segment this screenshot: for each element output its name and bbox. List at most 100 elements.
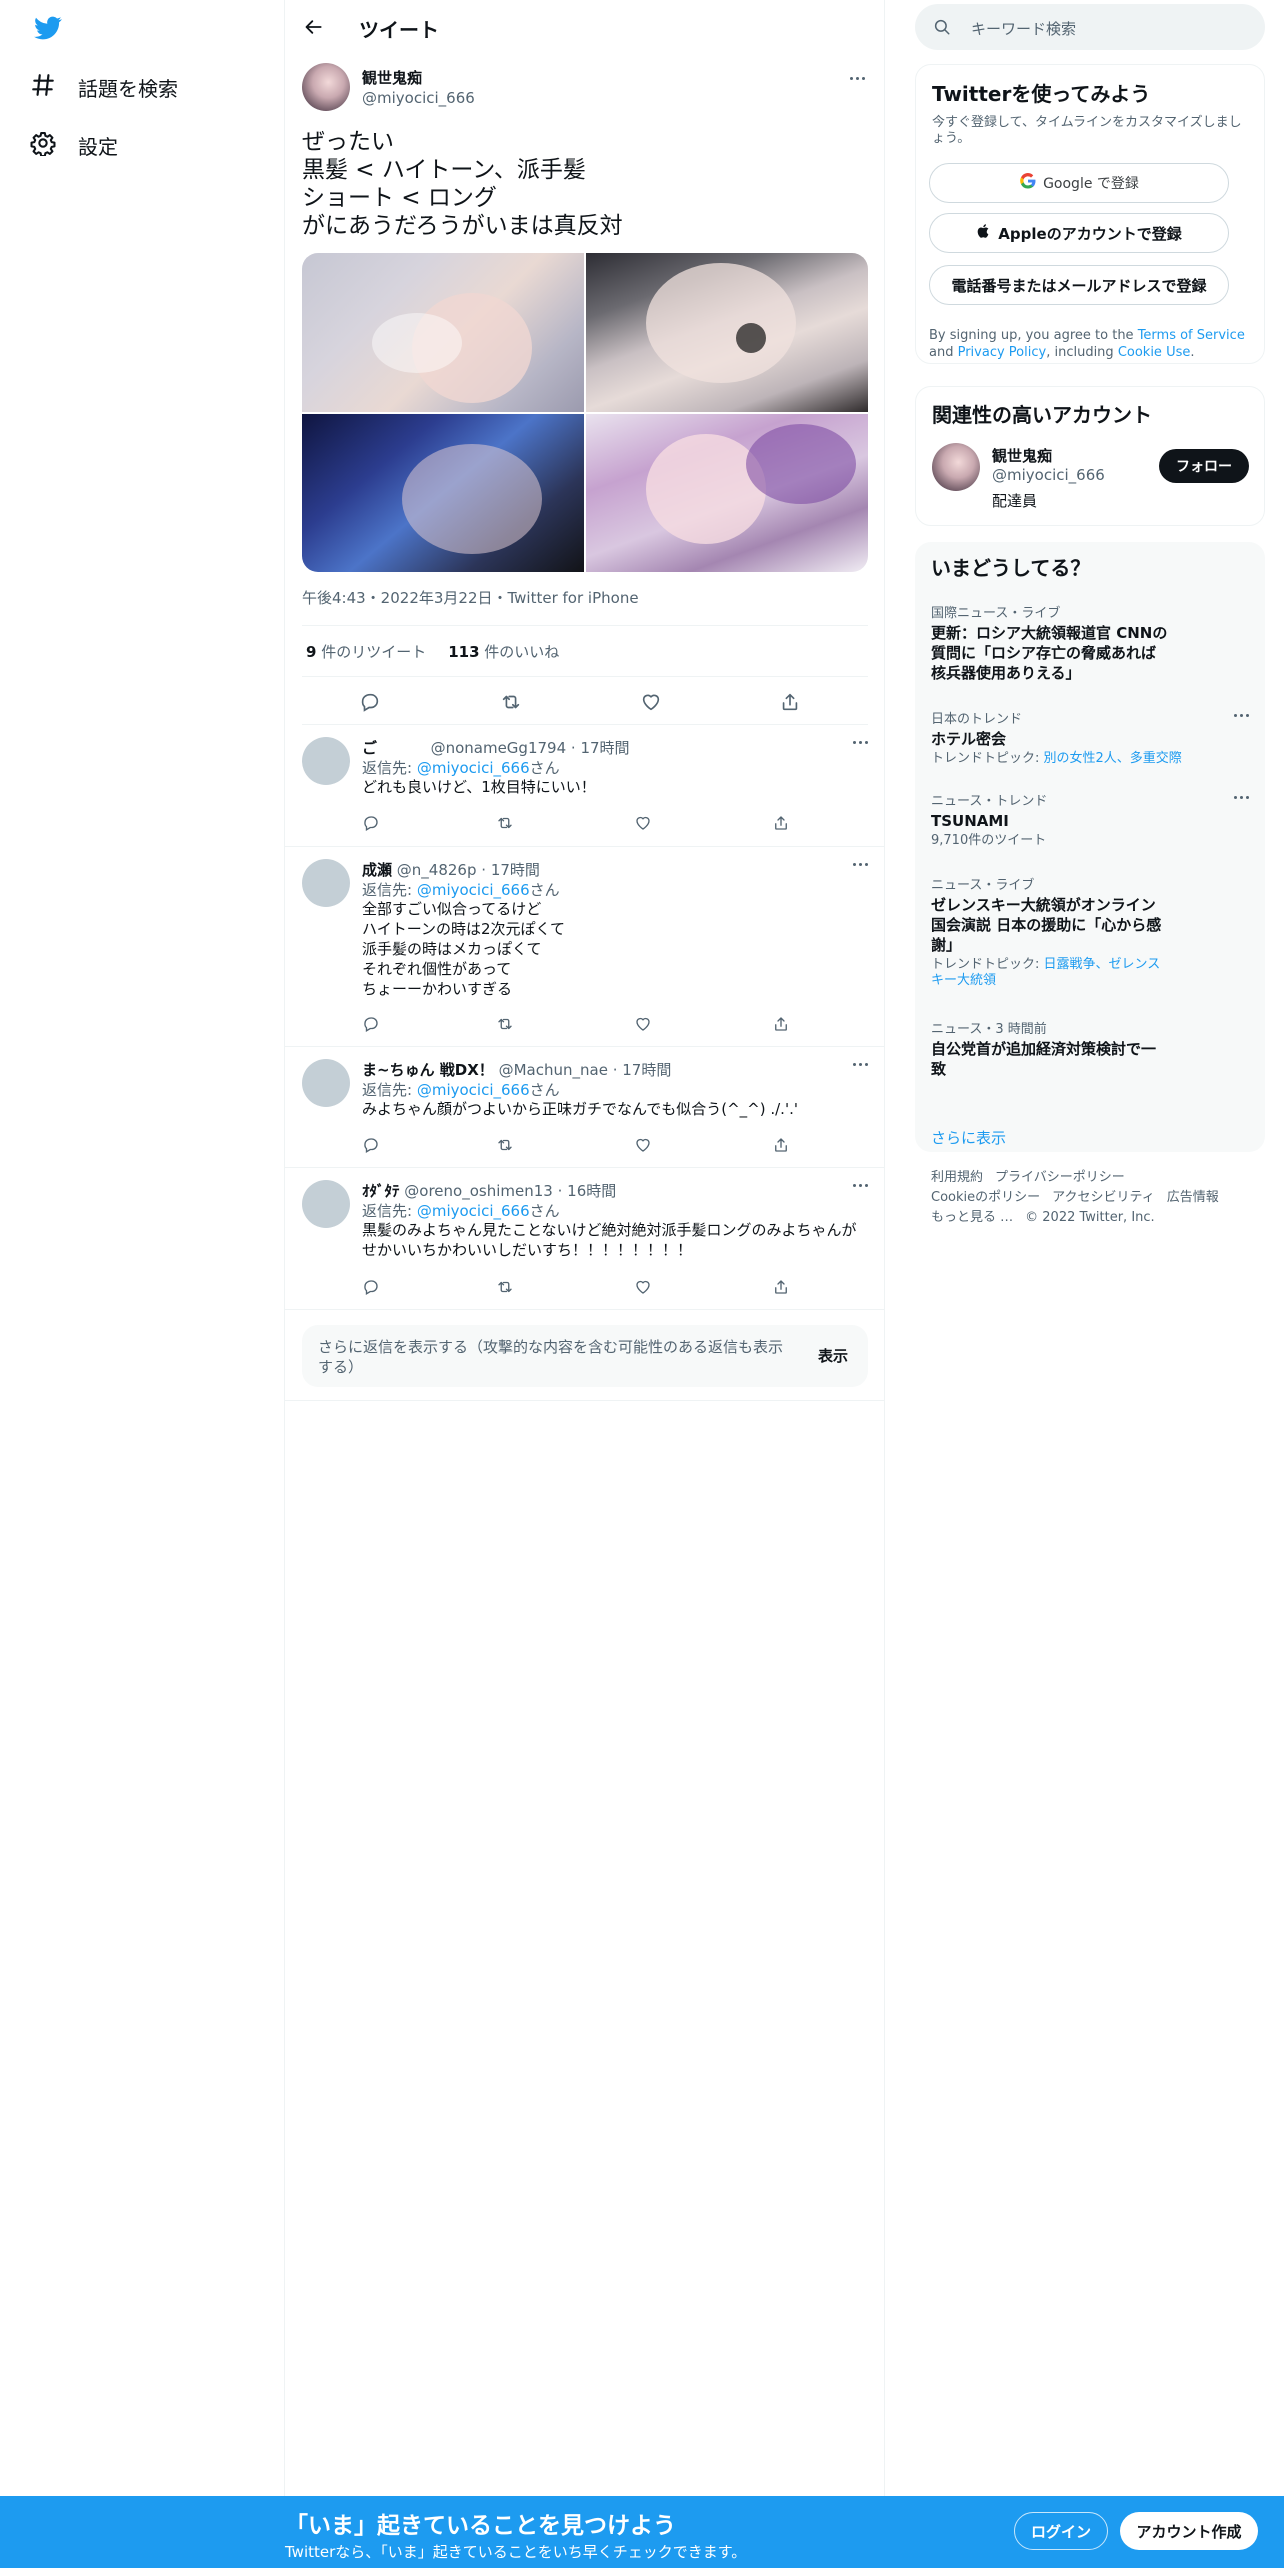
reply-author-handle[interactable]: @nonameGg1794 — [431, 739, 567, 757]
reply-text-line: 全部すごい似合ってるけど — [362, 900, 542, 918]
trend-category: ニュース・トレンド — [931, 794, 1048, 809]
reply-avatar[interactable] — [302, 1059, 350, 1107]
cookie-use-link[interactable]: Cookie Use — [1118, 345, 1191, 360]
reply-icon[interactable] — [357, 689, 383, 715]
show-more-button[interactable]: 表示 — [818, 1345, 848, 1366]
reply-avatar[interactable] — [302, 859, 350, 907]
reply-icon[interactable] — [362, 814, 382, 834]
footer-link[interactable]: 利用規約 — [931, 1170, 983, 1185]
reply-author-handle[interactable]: @oreno_oshimen13 — [404, 1182, 553, 1200]
show-more-replies[interactable]: さらに返信を表示する（攻撃的な内容を含む可能性のある返信も表示する） 表示 — [302, 1325, 868, 1387]
reply-to-mention[interactable]: @miyocici_666 — [417, 881, 530, 899]
reply-item[interactable]: ｵﾀﾞﾀﾃ @oreno_oshimen13 · 16時間 返信先: @miyo… — [285, 1168, 885, 1310]
retweet-icon[interactable] — [496, 1278, 516, 1298]
nav-settings[interactable]: 設定 — [30, 125, 118, 165]
create-account-button[interactable]: アカウント作成 — [1120, 2512, 1258, 2550]
share-icon[interactable] — [772, 1136, 792, 1156]
search-input[interactable]: キーワード検索 — [915, 4, 1265, 50]
reply-avatar[interactable] — [302, 1180, 350, 1228]
more-options-icon[interactable] — [853, 863, 868, 866]
more-options-icon[interactable] — [1234, 796, 1249, 799]
trend-item[interactable]: 国際ニュース・ライブ 更新：ロシア大統領報道官 CNNの 質問に「ロシア存亡の脅… — [931, 602, 1249, 683]
more-options-icon[interactable] — [846, 69, 868, 87]
reply-time[interactable]: 17時間 — [491, 861, 540, 879]
footer-link[interactable]: Cookieのポリシー — [931, 1190, 1040, 1205]
reply-item[interactable]: 成瀬 @n_4826p · 17時間 返信先: @miyocici_666さん … — [285, 847, 885, 1047]
reply-author-name[interactable]: ご — [362, 739, 377, 757]
reply-author-name[interactable]: 成瀬 — [362, 861, 392, 879]
footer-link[interactable]: 広告情報 — [1167, 1190, 1219, 1205]
login-button[interactable]: ログイン — [1014, 2512, 1108, 2550]
related-account-handle[interactable]: @miyocici_666 — [992, 466, 1105, 484]
reply-to: 返信先: @miyocici_666さん — [362, 1079, 560, 1100]
retweet-icon[interactable] — [496, 814, 516, 834]
gear-icon — [30, 130, 56, 160]
tweet-timestamp[interactable]: 午後4:43・2022年3月22日・Twitter for iPhone — [302, 587, 639, 608]
share-icon[interactable] — [777, 689, 803, 715]
reply-icon[interactable] — [362, 1136, 382, 1156]
left-sidebar: 話題を検索 設定 — [0, 0, 285, 2496]
like-heart-icon[interactable] — [634, 1278, 654, 1298]
reply-author-name[interactable]: ｵﾀﾞﾀﾃ — [362, 1182, 400, 1200]
share-icon[interactable] — [772, 1278, 792, 1298]
author-handle[interactable]: @miyocici_666 — [362, 89, 475, 107]
share-icon[interactable] — [772, 814, 792, 834]
apple-signup-button[interactable]: Appleのアカウントで登録 — [929, 213, 1229, 253]
retweets-stat[interactable]: 9 件のリツイート — [306, 641, 426, 662]
reply-time[interactable]: 17時間 — [580, 739, 629, 757]
phone-email-signup-button[interactable]: 電話番号またはメールアドレスで登録 — [929, 265, 1229, 305]
retweet-icon[interactable] — [496, 1136, 516, 1156]
like-heart-icon[interactable] — [638, 689, 664, 715]
reply-author-handle[interactable]: @Machun_nae — [499, 1061, 608, 1079]
more-options-icon[interactable] — [853, 1063, 868, 1066]
reply-to-mention[interactable]: @miyocici_666 — [417, 1202, 530, 1220]
trend-item[interactable]: ニュース・トレンド TSUNAMI 9,710件のツイート — [931, 790, 1249, 849]
tweet-photo-3[interactable] — [302, 413, 584, 572]
google-signup-button[interactable]: Google で登録 — [929, 163, 1229, 203]
back-arrow-icon[interactable] — [299, 12, 329, 42]
like-heart-icon[interactable] — [634, 814, 654, 834]
reply-avatar[interactable] — [302, 737, 350, 785]
nav-explore[interactable]: 話題を検索 — [30, 67, 178, 107]
retweet-icon[interactable] — [496, 1015, 516, 1035]
related-account-avatar[interactable] — [932, 443, 980, 491]
related-account-name[interactable]: 観世鬼痴 — [992, 445, 1052, 466]
reply-author-handle[interactable]: @n_4826p — [397, 861, 477, 879]
retweet-icon[interactable] — [498, 689, 524, 715]
tweet-photo-1[interactable] — [302, 253, 584, 412]
follow-button[interactable]: フォロー — [1159, 449, 1249, 483]
footer-link[interactable]: もっと見る … — [931, 1210, 1013, 1225]
privacy-policy-link[interactable]: Privacy Policy — [958, 345, 1047, 360]
reply-actions — [362, 1278, 802, 1300]
author-avatar[interactable] — [302, 63, 350, 111]
trends-show-more-link[interactable]: さらに表示 — [931, 1127, 1006, 1148]
share-icon[interactable] — [772, 1015, 792, 1035]
likes-stat[interactable]: 113 件のいいね — [448, 641, 559, 662]
reply-icon[interactable] — [362, 1015, 382, 1035]
twitter-logo-icon[interactable] — [32, 14, 64, 42]
more-options-icon[interactable] — [853, 741, 868, 744]
reply-icon[interactable] — [362, 1278, 382, 1298]
footer-link[interactable]: アクセシビリティ — [1052, 1190, 1155, 1205]
footer-link[interactable]: プライバシーポリシー — [995, 1170, 1125, 1185]
reply-item[interactable]: ご @nonameGg1794 · 17時間 返信先: @miyocici_66… — [285, 725, 885, 847]
trend-item[interactable]: 日本のトレンド ホテル密会 トレンドトピック: 別の女性2人、多重交際 — [931, 708, 1249, 767]
trend-item[interactable]: ニュース・3 時間前 自公党首が追加経済対策検討で一 致 — [931, 1018, 1249, 1079]
reply-item[interactable]: ま~ちゅん 戦DX！ @Machun_nae · 17時間 返信先: @miyo… — [285, 1047, 885, 1168]
reply-author-name[interactable]: ま~ちゅん 戦DX！ — [362, 1061, 494, 1079]
tweet-photo-2[interactable] — [586, 253, 868, 412]
like-heart-icon[interactable] — [634, 1136, 654, 1156]
tweet-photo-4[interactable] — [586, 413, 868, 572]
like-heart-icon[interactable] — [634, 1015, 654, 1035]
reply-to-mention[interactable]: @miyocici_666 — [417, 759, 530, 777]
reply-time[interactable]: 17時間 — [622, 1061, 671, 1079]
trend-item[interactable]: ニュース・ライブ ゼレンスキー大統領がオンライン 国会演説 日本の援助に「心から… — [931, 874, 1249, 989]
terms-of-service-link[interactable]: Terms of Service — [1138, 328, 1245, 343]
trend-title-line: 更新：ロシア大統領報道官 CNNの — [931, 624, 1168, 642]
more-options-icon[interactable] — [1234, 714, 1249, 717]
author-name[interactable]: 観世鬼痴 — [362, 67, 422, 88]
trend-topics-links[interactable]: 別の女性2人、多重交際 — [1044, 751, 1182, 766]
reply-to-mention[interactable]: @miyocici_666 — [417, 1081, 530, 1099]
more-options-icon[interactable] — [853, 1184, 868, 1187]
reply-time[interactable]: 16時間 — [567, 1182, 616, 1200]
